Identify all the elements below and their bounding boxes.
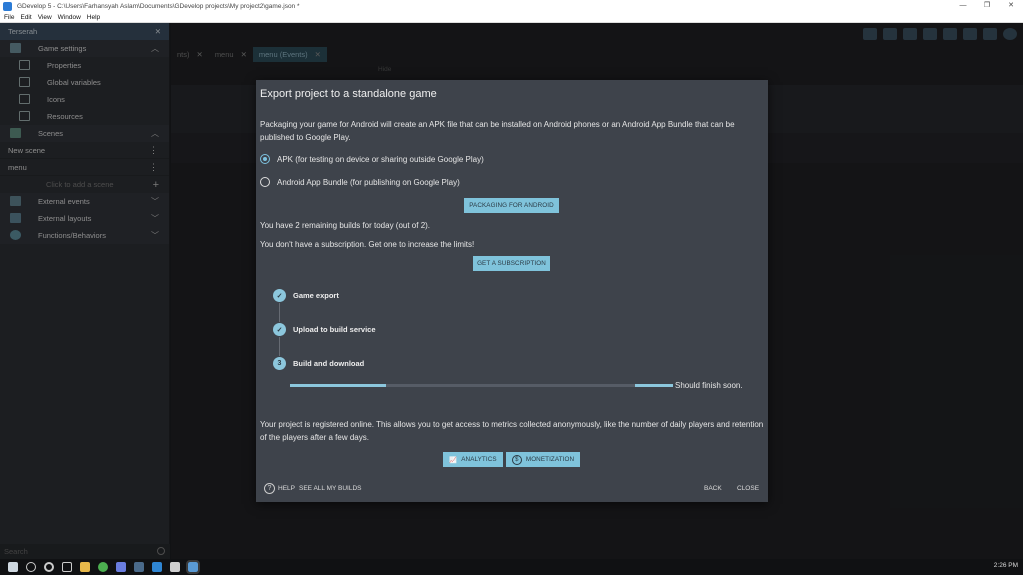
menu-file[interactable]: File	[4, 14, 14, 21]
step-upload: ✓ Upload to build service	[273, 323, 376, 336]
menu-help[interactable]: Help	[87, 14, 100, 21]
dialog-title: Export project to a standalone game	[260, 88, 437, 100]
get-subscription-button[interactable]: GET A SUBSCRIPTION	[473, 256, 550, 271]
edge-icon[interactable]	[152, 562, 162, 572]
chrome-icon[interactable]	[98, 562, 108, 572]
registered-online-text: Your project is registered online. This …	[260, 420, 764, 442]
check-icon: ✓	[273, 289, 286, 302]
see-all-builds-link[interactable]: SEE ALL MY BUILDS	[299, 485, 362, 492]
build-progress-bar	[290, 384, 673, 387]
step-game-export: ✓ Game export	[273, 289, 339, 302]
chart-line-icon: 📈	[449, 456, 458, 464]
step-label: Build and download	[293, 359, 365, 368]
help-link[interactable]: HELP	[278, 485, 295, 492]
step-connector	[279, 337, 280, 356]
progress-fill	[290, 384, 386, 387]
radio-app-bundle[interactable]: Android App Bundle (for publishing on Go…	[260, 177, 460, 187]
step-number-badge: 3	[273, 357, 286, 370]
radio-unselected-icon[interactable]	[260, 177, 270, 187]
close-window-button[interactable]: ✕	[999, 0, 1023, 12]
window-controls: — ❐ ✕	[951, 0, 1023, 12]
task-view-icon[interactable]	[62, 562, 72, 572]
progress-status-text: Should finish soon.	[675, 381, 743, 390]
taskbar: 2:26 PM	[0, 559, 1023, 575]
step-label: Game export	[293, 291, 339, 300]
no-subscription-text: You don't have a subscription. Get one t…	[260, 240, 475, 249]
progress-fill	[635, 384, 673, 387]
remaining-builds-text: You have 2 remaining builds for today (o…	[260, 221, 431, 230]
menu-view[interactable]: View	[38, 14, 52, 21]
packaging-for-android-button[interactable]: PACKAGING FOR ANDROID	[464, 198, 559, 213]
menu-bar: File Edit View Window Help	[0, 12, 1023, 23]
step-connector	[279, 303, 280, 322]
close-button[interactable]: CLOSE	[737, 485, 759, 492]
radio-selected-icon[interactable]	[260, 154, 270, 164]
button-label: ANALYTICS	[461, 456, 497, 463]
check-icon: ✓	[273, 323, 286, 336]
button-label: MONETIZATION	[525, 456, 575, 463]
discord-icon[interactable]	[116, 562, 126, 572]
maximize-button[interactable]: ❐	[975, 0, 999, 12]
minimize-button[interactable]: —	[951, 0, 975, 12]
help-icon[interactable]: ?	[264, 483, 275, 494]
taskbar-clock: 2:26 PM	[993, 562, 1018, 569]
notepad-icon[interactable]	[170, 562, 180, 572]
step-label: Upload to build service	[293, 325, 376, 334]
menu-window[interactable]: Window	[58, 14, 81, 21]
radio-label: APK (for testing on device or sharing ou…	[277, 154, 484, 164]
dialog-intro-text: Packaging your game for Android will cre…	[260, 120, 735, 142]
window-titlebar: GDevelop 5 - C:\Users\Farhansyah Aslam\D…	[0, 0, 1023, 12]
radio-label: Android App Bundle (for publishing on Go…	[277, 177, 460, 187]
dollar-icon: $	[511, 454, 522, 465]
radio-apk[interactable]: APK (for testing on device or sharing ou…	[260, 154, 484, 164]
gdevelop-taskbar-icon[interactable]	[186, 560, 200, 574]
windows-start-icon[interactable]	[8, 562, 18, 572]
file-explorer-icon[interactable]	[80, 562, 90, 572]
export-dialog: Export project to a standalone game Pack…	[256, 80, 768, 502]
steam-icon[interactable]	[134, 562, 144, 572]
step-build-download: 3 Build and download	[273, 357, 364, 370]
monetization-button[interactable]: $ MONETIZATION	[506, 452, 580, 467]
menu-edit[interactable]: Edit	[20, 14, 31, 21]
gdevelop-logo-icon	[3, 1, 12, 11]
analytics-button[interactable]: 📈 ANALYTICS	[443, 452, 503, 467]
window-title: GDevelop 5 - C:\Users\Farhansyah Aslam\D…	[17, 2, 300, 10]
back-button[interactable]: BACK	[704, 485, 722, 492]
search-icon[interactable]	[26, 562, 36, 572]
cortana-icon[interactable]	[44, 562, 54, 572]
